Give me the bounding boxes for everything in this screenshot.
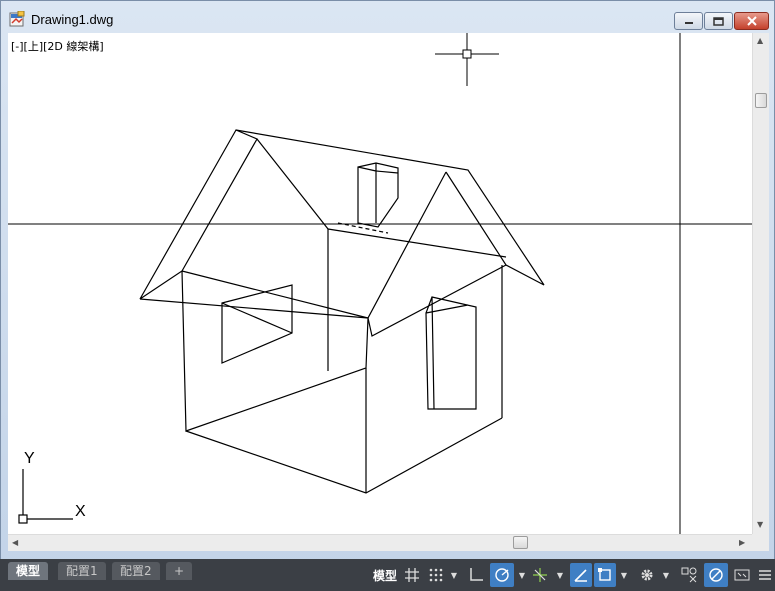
ucs-x-label: X xyxy=(75,503,86,520)
roof-back-eave xyxy=(327,228,507,258)
workspace-gear-button[interactable] xyxy=(636,563,658,587)
model-space-label: 模型 xyxy=(372,568,397,583)
osnap-tracking-toggle[interactable] xyxy=(530,563,550,587)
tab-model[interactable]: 模型 xyxy=(8,562,49,580)
scroll-left-icon[interactable]: ◀ xyxy=(12,539,18,547)
isolate-icon xyxy=(709,568,723,582)
horizontal-scroll-thumb[interactable] xyxy=(513,536,528,549)
wall-bottom xyxy=(185,417,503,494)
cursor-crosshair-icon xyxy=(435,33,499,86)
selection-icon xyxy=(598,568,611,581)
grid-toggle[interactable] xyxy=(402,563,422,587)
drawing-window: Drawing1.dwg [-][上][2D 線架構] Y X ▲ ▼ ◀ ▶ xyxy=(0,0,775,591)
restore-button[interactable] xyxy=(704,12,733,30)
grid-icon xyxy=(405,568,419,582)
snap-dropdown[interactable]: ▼ xyxy=(448,563,460,587)
lineweight-icon xyxy=(574,569,587,582)
chevron-down-icon: ▼ xyxy=(662,570,670,580)
scroll-up-icon[interactable]: ▲ xyxy=(757,37,763,45)
snap-toggle[interactable] xyxy=(426,563,446,587)
polar-dropdown[interactable]: ▼ xyxy=(516,563,528,587)
model-space-button[interactable]: 模型 xyxy=(370,563,400,587)
scroll-right-icon[interactable]: ▶ xyxy=(739,539,745,547)
minimize-icon xyxy=(684,22,693,24)
polar-icon xyxy=(495,568,509,582)
lineweight-toggle[interactable] xyxy=(570,563,592,587)
roof-left-edge xyxy=(139,129,258,300)
door-frame xyxy=(425,296,477,410)
horizontal-scrollbar[interactable]: ◀ ▶ xyxy=(8,534,752,551)
osnap-dropdown[interactable]: ▼ xyxy=(554,563,566,587)
dwg-file-icon xyxy=(9,11,25,27)
selection-cycling-toggle[interactable] xyxy=(594,563,616,587)
ortho-icon xyxy=(470,568,483,581)
window-title: Drawing1.dwg xyxy=(31,12,114,27)
chimney xyxy=(357,162,399,228)
annotation-scale-button[interactable] xyxy=(678,563,700,587)
snap-icon xyxy=(429,568,443,582)
house-wireframe-drawing xyxy=(8,33,752,534)
restore-icon xyxy=(713,16,724,26)
ucs-icon xyxy=(18,469,73,524)
chevron-down-icon: ▼ xyxy=(450,570,458,580)
add-layout-tab-button[interactable]: + xyxy=(166,562,193,580)
selection-dropdown[interactable]: ▼ xyxy=(618,563,630,587)
close-icon xyxy=(746,16,757,26)
chevron-down-icon: ▼ xyxy=(620,570,628,580)
tab-layout2[interactable]: 配置2 xyxy=(112,562,160,580)
vertical-scrollbar[interactable]: ▲ ▼ xyxy=(752,33,769,534)
polar-toggle[interactable] xyxy=(490,563,514,587)
status-bar: 模型 配置1 配置2 + 模型 ▼ ▼ ▼ ▼ ▼ xyxy=(0,559,775,591)
workspace-dropdown[interactable]: ▼ xyxy=(660,563,672,587)
scroll-down-icon[interactable]: ▼ xyxy=(757,521,763,529)
customization-menu-button[interactable] xyxy=(756,563,774,587)
chevron-down-icon: ▼ xyxy=(556,570,564,580)
close-button[interactable] xyxy=(734,12,769,30)
vertical-scroll-thumb[interactable] xyxy=(755,93,767,108)
annotation-scale-icon xyxy=(681,567,697,583)
roof-eave-front xyxy=(139,298,369,319)
ucs-y-label: Y xyxy=(24,450,35,467)
minimize-button[interactable] xyxy=(674,12,703,30)
ortho-toggle[interactable] xyxy=(466,563,486,587)
drawing-canvas[interactable]: [-][上][2D 線架構] Y X xyxy=(8,33,752,534)
menu-icon xyxy=(759,570,771,580)
title-bar[interactable]: Drawing1.dwg xyxy=(1,1,774,33)
scroll-corner xyxy=(752,534,769,551)
fullscreen-icon xyxy=(734,569,750,581)
fullscreen-button[interactable] xyxy=(732,563,752,587)
gear-icon xyxy=(641,569,653,581)
roof-ridge xyxy=(235,129,545,286)
tab-layout1[interactable]: 配置1 xyxy=(58,562,106,580)
osnap-tracking-icon xyxy=(533,568,547,582)
isolate-objects-toggle[interactable] xyxy=(704,563,728,587)
chevron-down-icon: ▼ xyxy=(518,570,526,580)
wall-left xyxy=(181,270,369,432)
